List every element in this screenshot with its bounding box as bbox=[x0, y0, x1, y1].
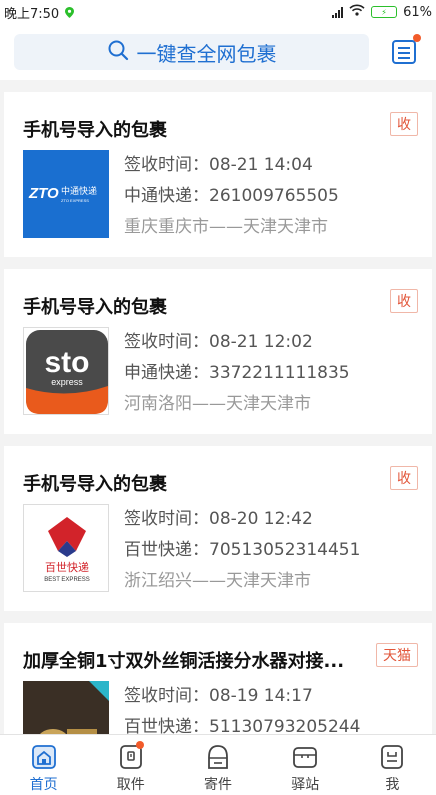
parcel-info: 签收时间：08-21 12:02 申通快递：3372211111835 河南洛阳… bbox=[124, 327, 350, 420]
profile-icon bbox=[381, 745, 404, 769]
product-photo bbox=[23, 681, 109, 734]
sign-time: 签收时间：08-20 12:42 bbox=[124, 509, 313, 529]
list-menu-icon bbox=[392, 40, 416, 64]
tracking-number: 申通快递：3372211111835 bbox=[124, 363, 350, 383]
tab-station[interactable]: 驿站 bbox=[262, 735, 349, 795]
signal-icon bbox=[332, 6, 344, 18]
parcel-card[interactable]: 加厚全铜1寸双外丝铜活接分水器对接... 天猫 签收时间：08-19 14:17… bbox=[4, 623, 432, 734]
parcel-title: 手机号导入的包裹 bbox=[23, 474, 167, 495]
parcel-title: 手机号导入的包裹 bbox=[23, 297, 167, 318]
route: 河南洛阳——天津天津市 bbox=[124, 394, 311, 414]
route: 浙江绍兴——天津天津市 bbox=[124, 571, 311, 591]
search-icon bbox=[107, 39, 129, 66]
battery-percent: 61% bbox=[403, 4, 432, 20]
send-icon bbox=[208, 745, 228, 769]
parcel-info: 签收时间：08-21 14:04 中通快递：261009765505 重庆重庆市… bbox=[124, 150, 339, 243]
svg-text:百世快递: 百世快递 bbox=[45, 560, 89, 574]
parcel-tag: 天猫 bbox=[376, 643, 418, 667]
header: 一键查全网包裹 bbox=[0, 24, 436, 80]
parcel-tag: 收 bbox=[390, 466, 418, 490]
wifi-icon bbox=[349, 4, 365, 20]
tab-pickup[interactable]: 取件 bbox=[87, 735, 174, 795]
parcel-tag: 收 bbox=[390, 112, 418, 136]
parcel-title: 加厚全铜1寸双外丝铜活接分水器对接... bbox=[23, 651, 345, 672]
notification-dot bbox=[413, 34, 421, 42]
tab-home[interactable]: 首页 bbox=[0, 735, 87, 795]
svg-text:express: express bbox=[51, 377, 83, 387]
parcel-card[interactable]: 手机号导入的包裹 收 ZTO 中通快递 ZTO EXPRESS 签收时间：08-… bbox=[4, 92, 432, 257]
tab-label: 我 bbox=[385, 777, 400, 793]
sign-time: 签收时间：08-19 14:17 bbox=[124, 686, 313, 706]
search-placeholder: 一键查全网包裹 bbox=[136, 41, 277, 66]
svg-text:sto: sto bbox=[45, 346, 90, 379]
sign-time: 签收时间：08-21 14:04 bbox=[124, 155, 313, 175]
sign-time: 签收时间：08-21 12:02 bbox=[124, 332, 313, 352]
tab-label: 寄件 bbox=[204, 777, 232, 793]
tab-label: 首页 bbox=[29, 777, 58, 793]
battery-icon: ⚡ bbox=[371, 6, 398, 18]
bottom-tab-bar: 首页 取件 寄件 驿站 我 bbox=[0, 734, 436, 795]
search-bar[interactable]: 一键查全网包裹 bbox=[14, 34, 369, 70]
status-time: 晚上7:50 bbox=[4, 6, 60, 22]
svg-text:ZTO EXPRESS: ZTO EXPRESS bbox=[61, 198, 89, 203]
sto-logo: sto express bbox=[23, 327, 109, 415]
tab-label: 取件 bbox=[116, 777, 145, 793]
station-icon bbox=[293, 747, 318, 768]
best-logo: 百世快递 BEST EXPRESS bbox=[23, 504, 109, 592]
parcel-info: 签收时间：08-20 12:42 百世快递：70513052314451 浙江绍… bbox=[124, 504, 360, 597]
home-icon bbox=[31, 745, 56, 769]
location-icon bbox=[65, 6, 75, 18]
parcel-card[interactable]: 手机号导入的包裹 收 sto express 签收时间：08-21 12:02 … bbox=[4, 269, 432, 434]
svg-text:ZTO: ZTO bbox=[28, 185, 59, 202]
list-menu-button[interactable] bbox=[390, 34, 421, 66]
zto-logo: ZTO 中通快递 ZTO EXPRESS bbox=[23, 150, 109, 238]
status-bar: 晚上7:50 ⚡ 61% bbox=[0, 0, 436, 24]
tab-profile[interactable]: 我 bbox=[349, 735, 436, 795]
route: 重庆重庆市——天津天津市 bbox=[124, 217, 328, 237]
tracking-number: 百世快递：51130793205244 bbox=[124, 717, 361, 734]
parcel-card[interactable]: 手机号导入的包裹 收 百世快递 BEST EXPRESS 签收时间：08-20 … bbox=[4, 446, 432, 611]
svg-text:BEST EXPRESS: BEST EXPRESS bbox=[44, 577, 90, 583]
parcel-list[interactable]: 手机号导入的包裹 收 ZTO 中通快递 ZTO EXPRESS 签收时间：08-… bbox=[0, 80, 436, 734]
tracking-number: 百世快递：70513052314451 bbox=[124, 540, 361, 560]
parcel-info: 签收时间：08-19 14:17 百世快递：51130793205244 bbox=[124, 681, 360, 734]
tracking-number: 中通快递：261009765505 bbox=[124, 186, 339, 206]
tab-label: 驿站 bbox=[291, 777, 320, 793]
svg-text:中通快递: 中通快递 bbox=[61, 185, 97, 197]
parcel-tag: 收 bbox=[390, 289, 418, 313]
tab-send[interactable]: 寄件 bbox=[174, 735, 261, 795]
parcel-title: 手机号导入的包裹 bbox=[23, 120, 167, 141]
notification-dot bbox=[136, 741, 145, 749]
